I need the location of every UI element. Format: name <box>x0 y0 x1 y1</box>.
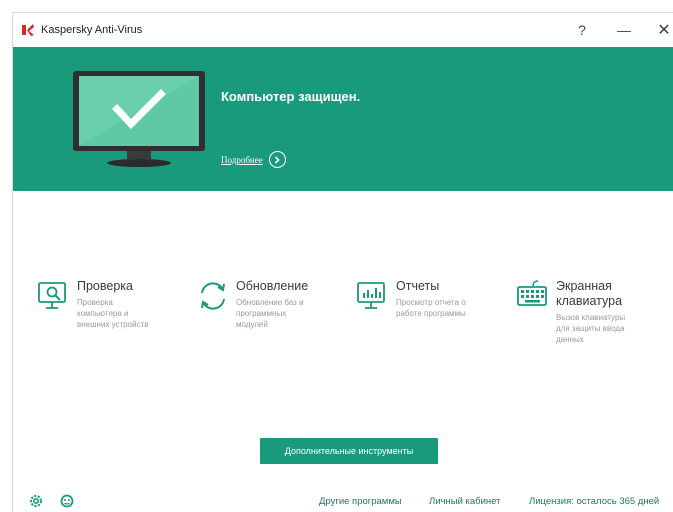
close-button[interactable]: ✕ <box>653 19 673 41</box>
gear-icon[interactable] <box>28 493 44 509</box>
protection-status: Компьютер защищен. <box>221 89 361 104</box>
chevron-right-icon[interactable] <box>268 151 286 168</box>
tile-desc-line: внешних устройств <box>77 320 149 329</box>
license-link[interactable]: Лицензия: осталось 365 дней <box>529 496 659 507</box>
tile-desc-line: для защиты ввода <box>556 324 625 333</box>
tile-desc-line: модулей <box>236 320 268 329</box>
app-window: Kaspersky Anti-Virus ? — ✕ Компьютер защ… <box>12 12 673 512</box>
kaspersky-logo-icon <box>22 24 34 36</box>
tile-title: Проверка <box>77 279 133 293</box>
tile-title: Обновление <box>236 279 309 293</box>
minimize-button[interactable]: — <box>613 19 635 41</box>
keyboard-icon <box>517 280 547 306</box>
tile-desc-line: Просмотр отчета о <box>396 298 466 307</box>
help-button[interactable]: ? <box>571 19 593 41</box>
details-link[interactable]: Подробнее <box>221 151 286 168</box>
scan-monitor-icon <box>38 282 66 309</box>
tile-title: Отчеты <box>396 279 440 293</box>
status-banner: Компьютер защищен. Подробнее <box>13 47 673 191</box>
protected-monitor-icon <box>73 71 205 167</box>
tile-desc-line: данных <box>556 335 584 344</box>
tile-desc-line: Вызов клавиатуры <box>556 313 626 322</box>
tile-desc-line: работе программы <box>396 309 466 318</box>
details-link-label[interactable]: Подробнее <box>221 155 263 165</box>
personal-cabinet-link[interactable]: Личный кабинет <box>429 496 500 507</box>
feature-tiles: Проверка Проверка компьютера и внешних у… <box>13 279 673 389</box>
tile-desc-line: Обновление баз и <box>236 298 304 307</box>
tile-title-line2: клавиатура <box>556 294 623 308</box>
other-programs-link[interactable]: Другие программы <box>319 496 402 507</box>
tile-title: Экранная <box>556 279 612 293</box>
report-chart-icon <box>357 282 385 309</box>
footer: Другие программы Личный кабинет Лицензия… <box>13 491 673 512</box>
additional-tools-button[interactable]: Дополнительные инструменты <box>260 438 438 464</box>
update-arrows-icon <box>201 282 225 310</box>
tile-desc-line: компьютера и <box>77 309 129 318</box>
window-title: Kaspersky Anti-Virus <box>41 24 143 36</box>
tile-desc-line: Проверка <box>77 298 113 307</box>
title-bar: Kaspersky Anti-Virus ? — ✕ <box>13 13 673 47</box>
support-icon[interactable] <box>59 493 75 509</box>
tile-desc-line: программных <box>236 309 287 318</box>
